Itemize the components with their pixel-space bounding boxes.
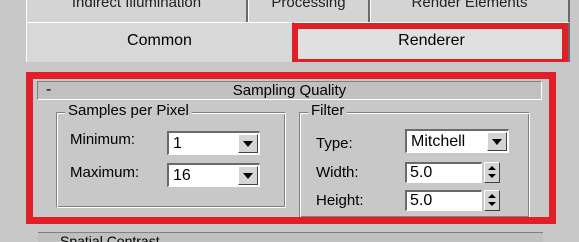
filter-type-dropdown[interactable]: Mitchell <box>405 129 509 153</box>
top-tab-row: Indirect Illumination Processing Render … <box>0 0 579 24</box>
filter-height-value: 5.0 <box>410 192 433 209</box>
tab-render-elements[interactable]: Render Elements <box>370 0 570 22</box>
minimum-label: Minimum: <box>70 131 136 148</box>
sampling-quality-rollout-header[interactable]: - Sampling Quality <box>37 81 542 100</box>
filter-width-value: 5.0 <box>410 164 433 181</box>
tab-processing[interactable]: Processing <box>248 0 370 22</box>
rollout-title: Sampling Quality <box>232 82 347 99</box>
filter-type-label: Type: <box>316 135 353 152</box>
chevron-down-icon[interactable] <box>238 134 258 153</box>
filter-width-field[interactable]: 5.0 <box>405 162 482 183</box>
filter-title: Filter <box>308 102 348 120</box>
tab-indirect-illumination[interactable]: Indirect Illumination <box>26 0 248 22</box>
tab-renderer[interactable]: Renderer <box>294 22 570 62</box>
main-tab-row: Common Renderer <box>26 22 570 62</box>
chevron-down-icon[interactable] <box>487 132 507 151</box>
spinner-icon[interactable] <box>484 162 500 183</box>
filter-width-label: Width: <box>316 164 359 181</box>
maximum-value: 16 <box>173 167 191 184</box>
maximum-dropdown[interactable]: 16 <box>167 163 260 187</box>
filter-type-value: Mitchell <box>411 133 466 150</box>
chevron-down-icon[interactable] <box>238 166 258 185</box>
maximum-label: Maximum: <box>70 164 140 181</box>
minimum-value: 1 <box>173 135 182 152</box>
filter-height-label: Height: <box>316 192 364 209</box>
spatial-contrast-rollout-header[interactable]: Spatial Contrast <box>38 232 543 242</box>
samples-per-pixel-group: Samples per Pixel <box>56 102 286 208</box>
tab-common[interactable]: Common <box>26 22 294 62</box>
filter-height-field[interactable]: 5.0 <box>405 190 482 211</box>
spinner-icon[interactable] <box>484 190 500 211</box>
samples-per-pixel-title: Samples per Pixel <box>65 102 192 120</box>
minimum-dropdown[interactable]: 1 <box>167 131 260 155</box>
spatial-contrast-title: Spatial Contrast <box>60 233 160 242</box>
